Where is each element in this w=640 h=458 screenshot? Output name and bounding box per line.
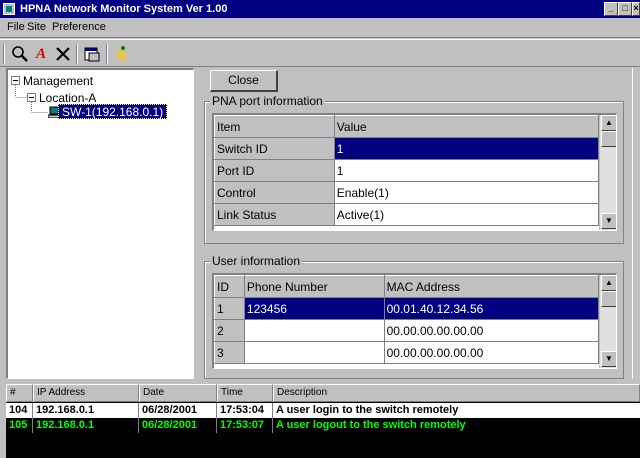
table-row[interactable]: Switch ID 1 [214, 137, 600, 160]
phone-number[interactable]: 123456 [243, 297, 385, 320]
log-time: 17:53:07 [217, 418, 273, 433]
row-value[interactable]: 1 [333, 159, 600, 182]
phone-number[interactable] [243, 341, 385, 364]
port-info-table: Item Value Switch ID 1 Port ID 1 Control Enable… [214, 115, 600, 226]
log-id: 105 [6, 418, 33, 433]
event-log: # IP Address Date Time Description 104 192.16… [6, 384, 640, 458]
row-label: Control [214, 181, 335, 204]
menu-site[interactable]: Site [27, 21, 46, 33]
user-info-grid: ID Phone Number MAC Address 1 123456 00.01.40… [212, 273, 617, 369]
toolbar-separator [106, 44, 108, 64]
log-column-header[interactable]: # [6, 384, 33, 402]
properties-icon[interactable] [82, 44, 102, 64]
toolbar-separator [76, 44, 78, 64]
font-a-icon[interactable]: A [31, 44, 51, 64]
window-titlebar: HPNA Network Monitor System Ver 1.00 _ □… [0, 0, 640, 18]
user-info-title: User information [210, 254, 303, 268]
magnifier-icon[interactable] [10, 44, 30, 64]
port-info-header-row: Item Value [214, 115, 600, 138]
column-header[interactable]: Value [333, 115, 600, 138]
mac-address[interactable]: 00.00.00.00.00.00 [383, 319, 600, 342]
user-info-table: ID Phone Number MAC Address 1 123456 00.01.40… [214, 275, 600, 364]
log-time: 17:53:04 [217, 403, 273, 418]
log-date: 06/28/2001 [139, 403, 217, 418]
log-row[interactable]: 105 192.168.0.1 06/28/2001 17:53:07 A user l… [6, 418, 640, 433]
tree-node-switch[interactable]: SW-1(192.168.0.1) [58, 104, 168, 119]
window-title: HPNA Network Monitor System Ver 1.00 [20, 3, 228, 15]
scroll-up-arrow-icon[interactable]: ▲ [601, 115, 616, 131]
close-window-button[interactable]: × [632, 2, 640, 16]
log-rows: 104 192.168.0.1 06/28/2001 17:53:04 A user l… [6, 402, 640, 458]
log-ip: 192.168.0.1 [33, 418, 139, 433]
column-header[interactable]: Phone Number [243, 275, 385, 298]
close-button[interactable]: Close [210, 70, 278, 92]
table-row[interactable]: 1 123456 00.01.40.12.34.56 [214, 297, 600, 320]
table-row[interactable]: Port ID 1 [214, 159, 600, 182]
table-row[interactable]: Control Enable(1) [214, 181, 600, 204]
scroll-thumb[interactable] [601, 291, 616, 307]
row-value[interactable]: Enable(1) [333, 181, 600, 204]
table-row[interactable]: 2 00.00.00.00.00.00 [214, 319, 600, 342]
user-info-scrollbar[interactable]: ▲ ▼ [599, 275, 616, 368]
row-label: Port ID [214, 159, 335, 182]
running-man-icon[interactable] [112, 44, 132, 64]
table-row[interactable]: 3 00.00.00.00.00.00 [214, 341, 600, 364]
port-info-scrollbar[interactable]: ▲ ▼ [599, 115, 616, 230]
user-info-header-row: ID Phone Number MAC Address [214, 275, 600, 298]
maximize-button[interactable]: □ [618, 2, 632, 16]
log-column-header[interactable]: Date [139, 384, 217, 402]
log-header: # IP Address Date Time Description [6, 384, 640, 402]
log-description: A user logout to the switch remotely [276, 419, 466, 431]
log-column-header[interactable]: Description [273, 384, 640, 402]
menu-preference[interactable]: Preference [52, 21, 106, 33]
column-header[interactable]: MAC Address [383, 275, 600, 298]
user-id: 1 [214, 297, 245, 320]
scroll-thumb[interactable] [601, 131, 616, 147]
menu-bar: File Site Preference [0, 18, 640, 38]
column-header[interactable]: ID [214, 275, 245, 298]
port-info-grid: Item Value Switch ID 1 Port ID 1 Control Enable… [212, 113, 617, 231]
user-id: 3 [214, 341, 245, 364]
port-info-title: PNA port information [210, 94, 325, 108]
tree-node-location[interactable]: Location-A [39, 91, 96, 105]
phone-number[interactable] [243, 319, 385, 342]
mac-address[interactable]: 00.00.00.00.00.00 [383, 341, 600, 364]
row-label: Switch ID [214, 137, 335, 160]
log-id: 104 [6, 403, 33, 418]
user-id: 2 [214, 319, 245, 342]
minimize-button[interactable]: _ [604, 2, 618, 16]
panel-scrollbar[interactable] [632, 68, 640, 379]
log-date: 06/28/2001 [139, 418, 217, 433]
log-row[interactable]: 104 192.168.0.1 06/28/2001 17:53:04 A user l… [6, 403, 640, 418]
log-column-header[interactable]: IP Address [33, 384, 139, 402]
detail-panel: Close PNA port information Item Value Swit… [198, 68, 632, 379]
scroll-down-arrow-icon[interactable]: ▼ [601, 351, 616, 367]
delete-x-icon[interactable] [53, 44, 73, 64]
toolbar-grip [3, 44, 5, 64]
mac-address[interactable]: 00.01.40.12.34.56 [383, 297, 600, 320]
scroll-up-arrow-icon[interactable]: ▲ [601, 275, 616, 291]
tree-node-management[interactable]: Management [23, 74, 93, 88]
table-row[interactable]: Link Status Active(1) [214, 203, 600, 226]
column-header[interactable]: Item [214, 115, 335, 138]
menu-file[interactable]: File [7, 21, 25, 33]
log-ip: 192.168.0.1 [33, 403, 139, 418]
log-description: A user login to the switch remotely [276, 404, 459, 416]
row-value[interactable]: 1 [333, 137, 600, 160]
app-icon [3, 3, 15, 15]
log-column-header[interactable]: Time [217, 384, 273, 402]
row-value[interactable]: Active(1) [333, 203, 600, 226]
toolbar: A [0, 39, 640, 67]
row-label: Link Status [214, 203, 335, 226]
scroll-down-arrow-icon[interactable]: ▼ [601, 213, 616, 229]
